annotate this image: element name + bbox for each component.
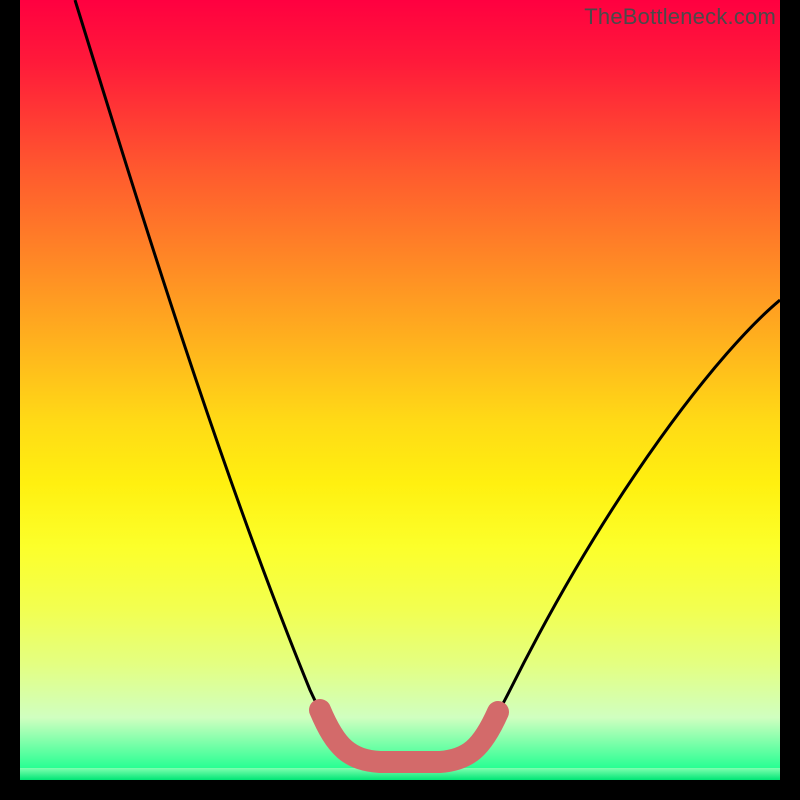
valley-highlight — [320, 710, 498, 762]
chart-frame: TheBottleneck.com — [0, 0, 800, 800]
bottleneck-curve — [75, 0, 780, 762]
curve-overlay — [20, 0, 780, 780]
watermark-text: TheBottleneck.com — [584, 4, 776, 30]
